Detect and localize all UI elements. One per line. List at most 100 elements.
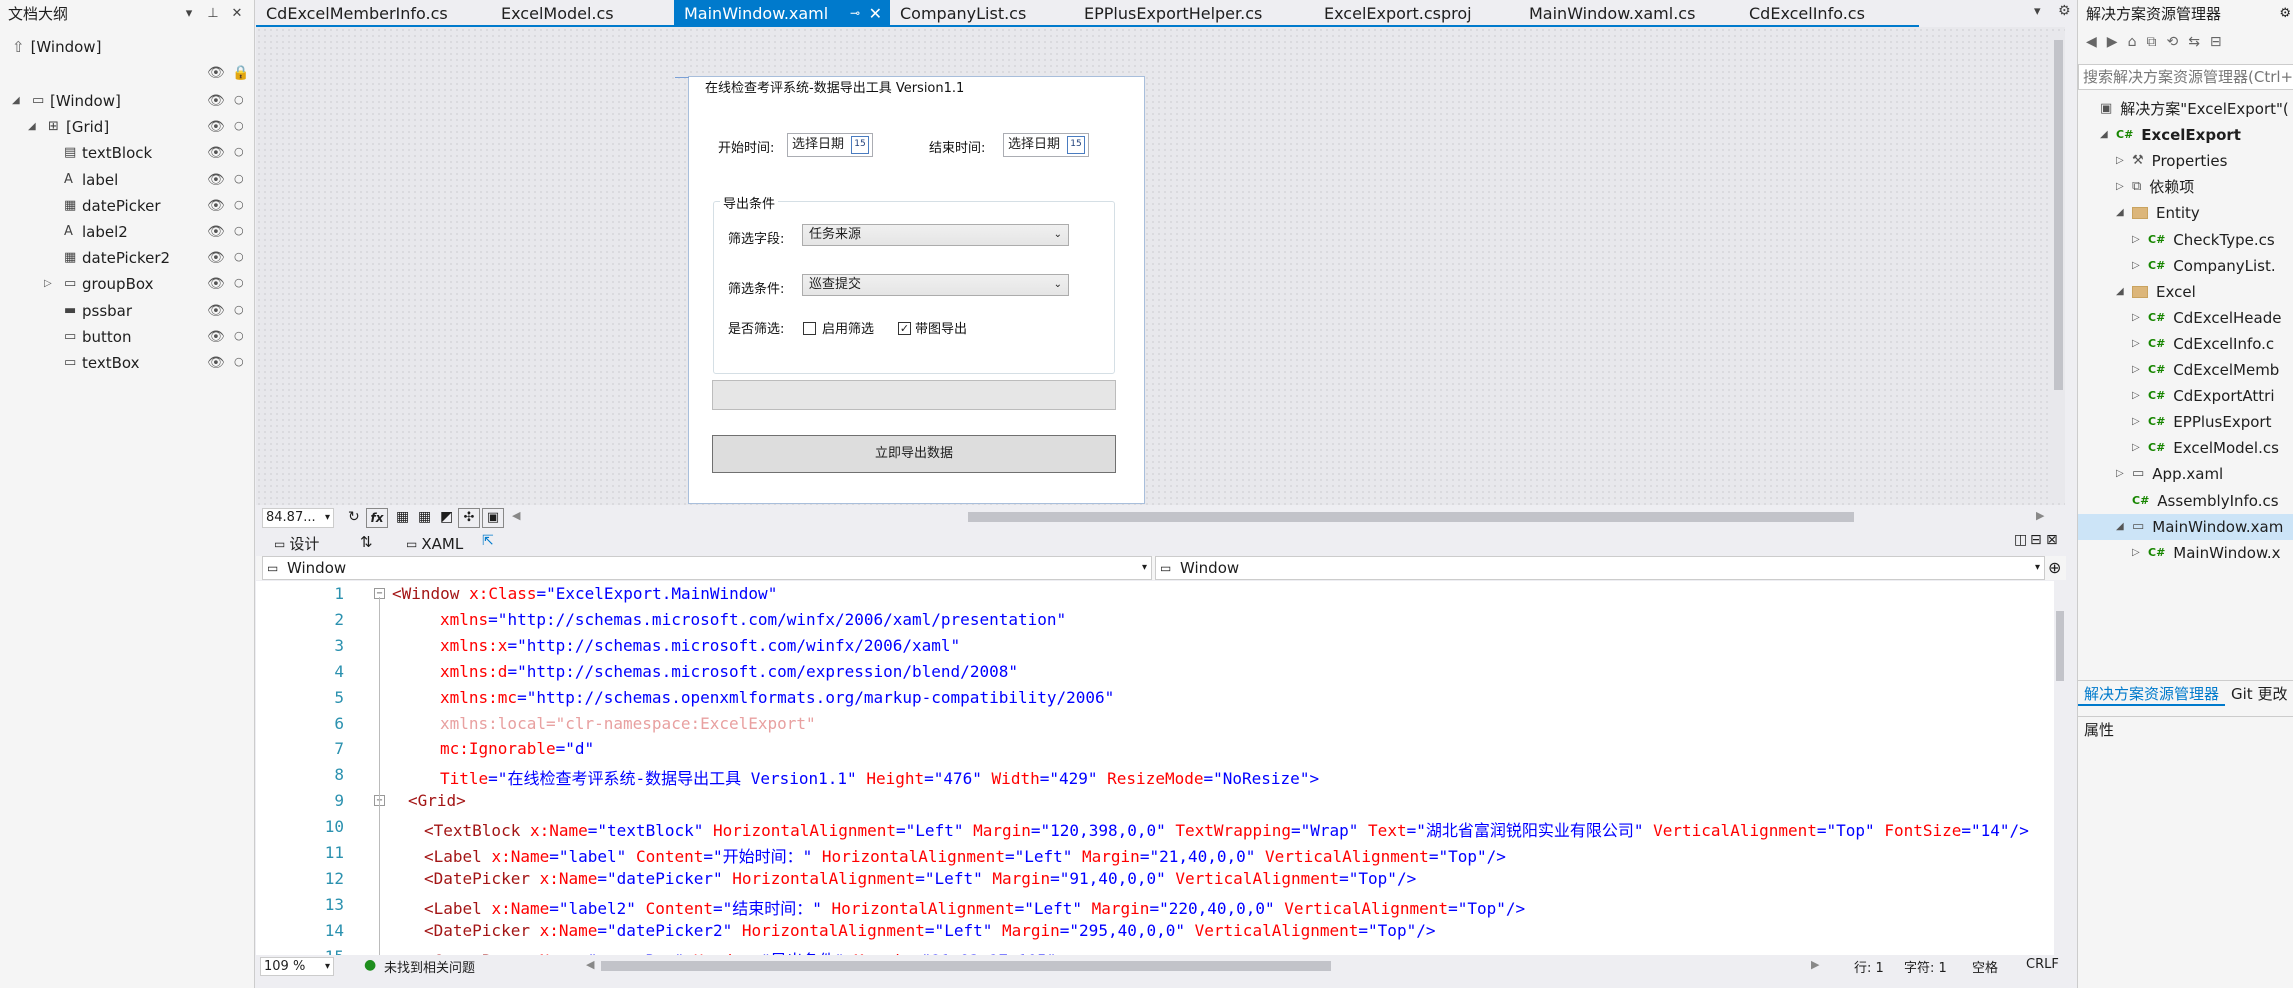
eye-icon[interactable]: 👁 — [207, 303, 225, 319]
outline-item-label2[interactable]: Alabel2 — [44, 219, 128, 245]
collapse-pane-icon[interactable]: ⊠ — [2046, 532, 2058, 548]
solution-item-cs[interactable]: ▷ C# CdExcelMemb — [2132, 357, 2279, 383]
nav-right-select[interactable]: ▭ Window ▾ — [1155, 556, 2045, 580]
code-line[interactable]: <Grid> — [408, 791, 466, 810]
lock-icon[interactable]: 🔒 — [232, 65, 249, 81]
lock-toggle-icon[interactable]: ○ — [234, 329, 244, 342]
expander-icon[interactable]: ▷ — [2132, 540, 2148, 566]
horizontal-split-icon[interactable]: ⊟ — [2030, 532, 2042, 548]
code-line[interactable]: xmlns:d="http://schemas.microsoft.com/ex… — [440, 662, 1018, 681]
gear-icon[interactable]: ⚙ — [2279, 0, 2291, 28]
code-line[interactable]: <GroupBox x:Name="groupBox" Header="导出条件… — [424, 947, 1066, 955]
snap-lines-icon[interactable]: ✣ — [458, 508, 480, 528]
expander-icon[interactable]: ▷ — [2116, 148, 2132, 174]
popout-icon[interactable]: ⇱ — [482, 533, 494, 549]
vertical-split-icon[interactable]: ◫ — [2014, 532, 2027, 548]
code-line[interactable]: <Label x:Name="label2" Content="结束时间：" H… — [424, 895, 1525, 919]
eye-icon[interactable]: 👁 — [207, 198, 225, 214]
solution-item-cs[interactable]: ▷ C# MainWindow.x — [2132, 540, 2281, 566]
code-line[interactable]: xmlns="http://schemas.microsoft.com/winf… — [440, 610, 1066, 629]
zoom-select[interactable]: 84.87... ▾ — [262, 508, 334, 528]
outline-item-label[interactable]: Alabel — [44, 167, 118, 193]
calendar-icon[interactable]: 15 — [1067, 136, 1085, 154]
swap-panes-icon[interactable]: ⇅ — [360, 533, 373, 551]
solution-item-xaml[interactable]: ◢ ▭ MainWindow.xam — [2078, 513, 2293, 540]
lock-toggle-icon[interactable]: ○ — [234, 355, 244, 368]
eye-icon[interactable]: 👁 — [207, 145, 225, 161]
tab-design[interactable]: ▭ 设计 — [274, 533, 319, 554]
lock-toggle-icon[interactable]: ○ — [234, 303, 244, 316]
expander-icon[interactable]: ▷ — [2132, 357, 2148, 383]
outline-item-groupbox[interactable]: ▷ ▭ groupBox — [44, 271, 153, 297]
outline-item-pssbar[interactable]: ▬ pssbar — [44, 298, 132, 324]
designer-hscrollbar-thumb[interactable] — [968, 512, 1854, 522]
home-icon[interactable]: ⌂ — [2128, 34, 2137, 56]
forward-icon[interactable]: ▶ — [2107, 34, 2118, 56]
eye-icon[interactable]: 👁 — [207, 276, 225, 292]
lock-toggle-icon[interactable]: ○ — [234, 224, 244, 237]
collapse-all-icon[interactable]: ⊟ — [2210, 34, 2222, 56]
solution-item-folder[interactable]: ◢ Entity — [2116, 200, 2200, 226]
tab-excelexport-csproj[interactable]: ExcelExport.csproj — [1314, 0, 1519, 27]
scroll-right-icon[interactable]: ▶ — [1811, 958, 1819, 971]
expander-icon[interactable]: ▷ — [2132, 305, 2148, 331]
window-preview[interactable]: 在线检查考评系统-数据导出工具 Version1.1 开始时间: 选择日期 15… — [675, 76, 1145, 504]
designer-vscrollbar[interactable] — [2052, 32, 2065, 502]
expander-icon[interactable]: ▷ — [2132, 253, 2148, 279]
editor-zoom-select[interactable]: 109 % ▾ — [260, 957, 334, 976]
code-line[interactable]: <TextBlock x:Name="textBlock" Horizontal… — [424, 817, 2029, 841]
eol-indicator[interactable]: CRLF — [2026, 957, 2059, 972]
eye-icon[interactable]: 👁 — [207, 93, 225, 109]
eye-icon[interactable]: 👁 — [207, 224, 225, 240]
expander-icon[interactable]: ▷ — [2132, 227, 2148, 253]
lock-toggle-icon[interactable]: ○ — [234, 198, 244, 211]
expander-icon[interactable]: ▷ — [2132, 383, 2148, 409]
calendar-icon[interactable]: 15 — [851, 136, 869, 154]
start-date-picker[interactable]: 选择日期 15 — [787, 133, 873, 157]
lock-toggle-icon[interactable]: ○ — [234, 145, 244, 158]
solution-item-cs[interactable]: ▷ C# ExcelModel.cs — [2132, 435, 2279, 461]
snap-grid-icon[interactable]: ▦ — [418, 509, 431, 525]
pin-icon[interactable]: ⊸ — [850, 0, 860, 27]
expander-icon[interactable]: ◢ — [2116, 200, 2132, 226]
export-now-button[interactable]: 立即导出数据 — [712, 435, 1116, 473]
solution-item-cs[interactable]: C# AssemblyInfo.cs — [2116, 488, 2279, 514]
fx-icon[interactable]: fx — [366, 508, 388, 528]
end-date-picker[interactable]: 选择日期 15 — [1003, 133, 1089, 157]
issues-text[interactable]: 未找到相关问题 — [384, 957, 475, 976]
pin-icon[interactable]: ⊥ — [204, 5, 222, 23]
tab-epplusexporthelper[interactable]: EPPlusExportHelper.cs — [1074, 0, 1314, 27]
expander-icon[interactable]: ▷ — [2132, 409, 2148, 435]
code-line[interactable]: <Label x:Name="label" Content="开始时间：" Ho… — [424, 843, 1506, 867]
nav-left-select[interactable]: ▭ Window ▾ — [262, 556, 1152, 580]
expander-icon[interactable]: ◢ — [12, 88, 26, 114]
xaml-code-editor[interactable]: 1− <Window x:Class="ExcelExport.MainWindo… — [256, 581, 2054, 955]
code-hscrollbar-thumb[interactable] — [601, 961, 1331, 971]
eye-icon[interactable]: 👁 — [207, 119, 225, 135]
tab-cdexcelinfo[interactable]: CdExcelInfo.cs — [1739, 0, 1919, 27]
outline-item-button[interactable]: ▭ button — [44, 324, 131, 350]
solution-item-cs[interactable]: ▷ C# CheckType.cs — [2132, 227, 2275, 253]
scroll-left-icon[interactable]: ◀ — [512, 509, 520, 522]
code-line[interactable]: xmlns:mc="http://schemas.openxmlformats.… — [440, 688, 1114, 707]
outline-item-datepicker[interactable]: ▦ datePicker — [44, 193, 161, 219]
code-line[interactable]: xmlns:x="http://schemas.microsoft.com/wi… — [440, 636, 960, 655]
with-image-checkbox[interactable]: ✓ — [898, 322, 911, 335]
solution-item-cs[interactable]: ▷ C# EPPlusExport — [2132, 409, 2271, 435]
code-line[interactable]: mc:Ignorable="d" — [440, 739, 594, 758]
solution-item-cs[interactable]: ▷ C# CompanyList. — [2132, 253, 2276, 279]
code-line[interactable]: <DatePicker x:Name="datePicker" Horizont… — [424, 869, 1416, 888]
grid-icon[interactable]: ▦ — [396, 509, 409, 525]
history-icon[interactable]: ⟲ — [2166, 34, 2178, 56]
tab-mainwindow-xaml[interactable]: MainWindow.xaml ⊸ ✕ — [674, 0, 890, 27]
expander-icon[interactable]: ◢ — [2100, 122, 2116, 148]
lock-toggle-icon[interactable]: ○ — [234, 172, 244, 185]
lock-toggle-icon[interactable]: ○ — [234, 276, 244, 289]
eye-icon[interactable]: 👁 — [207, 329, 225, 345]
outline-item-grid[interactable]: ◢ ⊞ [Grid] — [28, 114, 109, 140]
scroll-right-icon[interactable]: ▶ — [2036, 509, 2044, 522]
refresh-icon[interactable]: ↻ — [348, 509, 360, 525]
lock-toggle-icon[interactable]: ○ — [234, 250, 244, 263]
background-icon[interactable]: ◩ — [440, 509, 453, 525]
solution-item-deps[interactable]: ▷ ⧉ 依赖项 — [2116, 174, 2194, 200]
